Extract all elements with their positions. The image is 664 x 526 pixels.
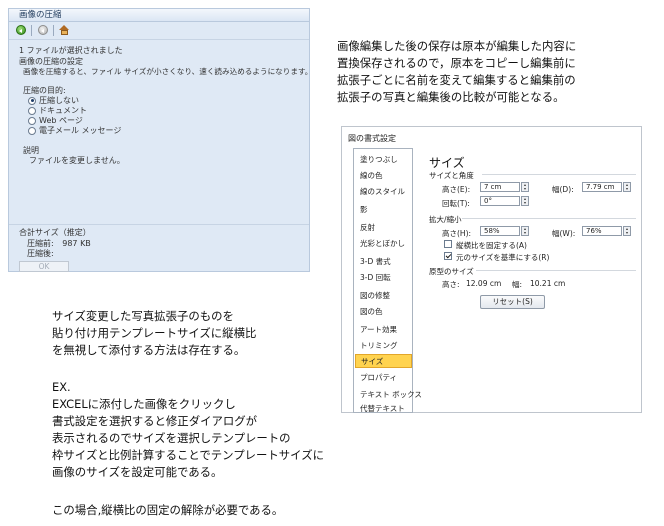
before-label: 圧縮前: (27, 239, 54, 248)
scale-width-input[interactable]: 76% (582, 226, 622, 236)
panel-heading: サイズ (429, 156, 465, 170)
pane-title: 画像の圧縮 (9, 9, 309, 22)
radio-email[interactable] (28, 126, 36, 135)
nav-item-text-box[interactable]: テキスト ボックス (360, 388, 422, 402)
back-button[interactable] (14, 24, 27, 36)
original-height-label: 高さ: (442, 280, 460, 289)
rotation-input[interactable]: 0° (480, 196, 520, 206)
reset-button[interactable]: リセット(S) (480, 295, 545, 309)
nav-item-artistic-effects[interactable]: アート効果 (360, 323, 412, 337)
note-line: 表示されるのでサイズを選択しテンプレートの (52, 431, 291, 445)
home-button[interactable] (58, 24, 71, 36)
scale-height-input[interactable]: 58% (480, 226, 520, 236)
relative-size-checkbox[interactable] (444, 252, 452, 260)
nav-item-3d-rotation[interactable]: 3-D 回転 (360, 271, 412, 285)
pane-toolbar (9, 22, 309, 38)
settings-description: 画像を圧縮すると、ファイル サイズが小さくなり、速く読み込めるようになります。 (23, 67, 313, 76)
forward-button[interactable] (36, 24, 49, 36)
note-line: 拡張子ごとに名前を変えて編集すると編集前の (337, 73, 576, 87)
radio-no-compress[interactable] (28, 96, 36, 105)
rotation-spinner[interactable] (521, 196, 529, 206)
dialog-title: 図の書式設定 (348, 134, 396, 143)
width-input[interactable]: 7.79 cm (582, 182, 622, 192)
toolbar-separator (31, 24, 32, 36)
note-right: 画像編集した後の保存は原本が編集した内容に 置換保存されるので，原本をコピーし編… (337, 38, 657, 106)
original-height-value: 12.09 cm (466, 279, 502, 288)
option-email[interactable]: 電子メール メッセージ (28, 125, 121, 136)
nav-item-crop[interactable]: トリミング (360, 339, 412, 353)
total-size-label: 合計サイズ（推定） (19, 228, 91, 237)
note-line: この場合,縦横比の固定の解除が必要である。 (52, 503, 284, 517)
section-size-angle: サイズと角度 (429, 171, 474, 180)
note-line: 貼り付け用テンプレートサイズに縦横比 (52, 326, 257, 340)
nav-item-reflection[interactable]: 反射 (360, 221, 412, 235)
section-original-size: 原型のサイズ (429, 267, 474, 276)
nav-item-3d-format[interactable]: 3-D 書式 (360, 255, 412, 269)
note-line: 枠サイズと比例計算することでテンプレートサイズに (52, 448, 325, 462)
radio-web-page[interactable] (28, 116, 36, 125)
note-line: 置換保存されるので，原本をコピーし編集前に (337, 56, 576, 70)
original-width-value: 10.21 cm (530, 279, 566, 288)
section-rule (476, 270, 636, 271)
home-icon (59, 25, 70, 35)
nav-item-size[interactable]: サイズ (355, 354, 412, 368)
toolbar-separator (53, 24, 54, 36)
scale-width-spinner[interactable] (623, 226, 631, 236)
nav-item-picture-corrections[interactable]: 図の修整 (360, 289, 412, 303)
relative-size-label: 元のサイズを基準にする(R) (456, 253, 550, 262)
scale-height-spinner[interactable] (521, 226, 529, 236)
note-line: EX. (52, 380, 71, 394)
nav-item-properties[interactable]: プロパティ (360, 371, 412, 385)
nav-item-line-style[interactable]: 線のスタイル (360, 185, 412, 199)
note-line: 画像のサイズを設定可能である。 (52, 465, 223, 479)
back-arrow-icon (15, 25, 26, 35)
ok-button[interactable]: OK (19, 261, 69, 272)
divider (9, 224, 309, 225)
width-spinner[interactable] (623, 182, 631, 192)
radio-document[interactable] (28, 106, 36, 115)
rotation-label: 回転(T): (442, 199, 470, 208)
selection-status: 1 ファイルが選択されました (19, 46, 123, 55)
format-picture-dialog: 図の書式設定 塗りつぶし 線の色 線のスタイル 影 反射 光彩とぼかし 3-D … (341, 126, 642, 413)
section-rule (462, 218, 636, 219)
height-input[interactable]: 7 cm (480, 182, 520, 192)
nav-item-picture-color[interactable]: 図の色 (360, 305, 412, 319)
scale-width-label: 幅(W): (552, 229, 576, 238)
scale-height-label: 高さ(H): (442, 229, 472, 238)
before-value: 987 KB (62, 239, 91, 248)
section-scale: 拡大/縮小 (429, 215, 462, 224)
height-label: 高さ(E): (442, 185, 471, 194)
nav-item-glow[interactable]: 光彩とぼかし (360, 237, 412, 251)
note-line: を無視して添付する方法は存在する。 (52, 343, 246, 357)
divider (9, 39, 309, 40)
after-label: 圧縮後: (27, 249, 54, 258)
width-label: 幅(D): (552, 185, 574, 194)
lock-aspect-label: 縦横比を固定する(A) (456, 241, 527, 250)
category-list: 塗りつぶし 線の色 線のスタイル 影 反射 光彩とぼかし 3-D 書式 3-D … (353, 148, 422, 414)
nav-item-alt-text[interactable]: 代替テキスト (360, 404, 412, 414)
compress-pictures-pane: 画像の圧縮 1 ファイルが選択されました 画像の圧縮の設定 画像を圧縮すると、フ… (8, 8, 313, 272)
note-line: 書式設定を選択すると修正ダイアログが (52, 414, 258, 428)
note-line: EXCELに添付した画像をクリックし (52, 397, 236, 411)
forward-arrow-icon (37, 25, 48, 35)
note-line: 拡張子の写真と編集後の比較が可能となる。 (337, 90, 565, 104)
note-line: 画像編集した後の保存は原本が編集した内容に (337, 39, 577, 53)
nav-item-line-color[interactable]: 線の色 (360, 169, 412, 183)
nav-item-fill[interactable]: 塗りつぶし (360, 153, 412, 167)
original-width-label: 幅: (512, 280, 523, 289)
nav-item-shadow[interactable]: 影 (360, 203, 412, 217)
option-label: 電子メール メッセージ (39, 126, 122, 135)
note-line: サイズ変更した写真拡張子のものを (52, 309, 234, 323)
section-rule (482, 174, 636, 175)
height-spinner[interactable] (521, 182, 529, 192)
lock-aspect-checkbox[interactable] (444, 240, 452, 248)
explain-text: ファイルを変更しません。 (29, 156, 125, 165)
